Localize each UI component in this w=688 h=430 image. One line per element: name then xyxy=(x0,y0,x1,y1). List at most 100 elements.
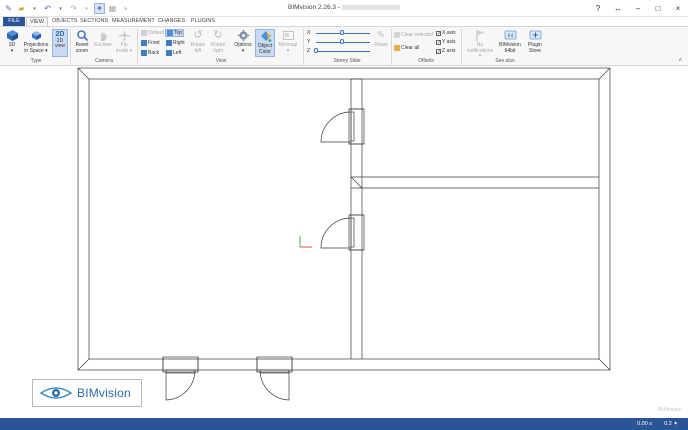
redacted-filename xyxy=(342,4,401,10)
help-button[interactable]: ? xyxy=(592,2,604,14)
storey-y-slider[interactable] xyxy=(340,39,344,44)
y-axis-checkbox[interactable]: ✓ Y axis xyxy=(436,39,456,45)
tab-view[interactable]: VIEW xyxy=(26,17,48,26)
storey-x-slider[interactable] xyxy=(340,30,344,35)
dropdown-icon: ▾ xyxy=(43,47,48,54)
ribbon-tabs: FILE VIEW OBJECTS SECTIONS MEASUREMENT C… xyxy=(0,17,688,26)
wall-joint xyxy=(350,176,363,189)
2d-view-button[interactable]: 2D 2D view xyxy=(52,29,68,57)
bimvision-64bit-label: BIMvision 64bit xyxy=(499,42,521,54)
hand-icon xyxy=(100,31,107,41)
flag-icon xyxy=(475,30,485,41)
maximize-button[interactable]: □ xyxy=(652,2,664,14)
view-front-icon xyxy=(141,40,147,46)
door-swing xyxy=(320,217,352,249)
plugin-store-button[interactable]: Plugin Store xyxy=(524,29,546,54)
dropdown-icon: ▾ xyxy=(241,47,245,54)
projection-icon xyxy=(31,31,41,40)
enclose-label: Enclose xyxy=(94,42,112,48)
view-top-icon xyxy=(167,30,173,36)
wall-corner xyxy=(77,358,90,371)
rotate-right-button[interactable]: ↻ Rotate right xyxy=(209,29,227,54)
view-top-button[interactable]: Top xyxy=(165,29,185,37)
restore-ribbon-button[interactable]: ↔ xyxy=(612,2,624,14)
notifications-button[interactable]: No notifications ▾ xyxy=(465,29,495,60)
view-front-button[interactable]: Front xyxy=(141,40,160,46)
collapse-ribbon-icon[interactable]: ˄ xyxy=(678,58,682,64)
window-title: BIMvision 2.26.3 - xyxy=(0,4,688,11)
storey-z-label: Z xyxy=(307,48,311,54)
reset-zoom-button[interactable]: Reset zoom xyxy=(73,29,91,54)
rotate-right-label: Rotate right xyxy=(210,42,226,54)
status-bar: 0.00 s 0.2 ✦ xyxy=(0,418,688,430)
y-axis-label: Y axis xyxy=(442,39,456,45)
tab-changes[interactable]: CHANGES xyxy=(157,17,186,26)
clear-selected-button[interactable]: Clear selected xyxy=(394,32,433,38)
title-bar: ✎ ▰ ▾ ↶ ▾ ↷ ▾ ✦ ▦ » BIMvision 2.26.3 - ?… xyxy=(0,0,688,17)
view-right-button[interactable]: Right xyxy=(166,40,185,46)
group-separator xyxy=(137,29,138,65)
storey-x-label: X xyxy=(307,30,311,36)
tab-objects[interactable]: OBJECTS xyxy=(52,17,77,26)
clear-all-button[interactable]: Clear all xyxy=(394,45,419,51)
svg-text:64: 64 xyxy=(507,33,513,39)
storey-reset-button[interactable]: ✎ Reset xyxy=(373,29,389,49)
magnifier-icon xyxy=(76,30,88,42)
minimize-button[interactable]: – xyxy=(632,2,644,14)
close-button[interactable]: × xyxy=(672,2,684,14)
plugin-store-icon xyxy=(529,30,541,40)
view-back-icon xyxy=(141,50,147,56)
object-color-label: Object Color xyxy=(257,43,273,55)
z-axis-label: Z axis xyxy=(442,48,456,54)
x-axis-checkbox[interactable]: ✓ X axis xyxy=(436,30,456,36)
tab-plugins[interactable]: PLUGINS xyxy=(190,17,216,26)
tab-file[interactable]: FILE xyxy=(3,17,25,26)
view-right-label: Right xyxy=(173,40,185,46)
z-axis-checkbox[interactable]: ✓ Z axis xyxy=(436,48,455,54)
fly-mode-button[interactable]: Fly mode ▾ xyxy=(115,29,133,54)
window-controls: ? ↔ – □ × xyxy=(592,2,684,14)
2d-view-label: 2D view xyxy=(54,37,65,49)
fly-mode-label: Fly mode xyxy=(115,42,129,54)
wall-corner xyxy=(598,358,611,371)
bimvision-64-icon: 64 xyxy=(504,30,516,40)
view-top-label: Top xyxy=(174,30,183,36)
object-color-button[interactable]: Object Color xyxy=(255,29,275,57)
view-left-button[interactable]: Left xyxy=(166,50,181,56)
viewport-canvas[interactable]: BIMvision BIMvision xyxy=(0,67,688,418)
minimap-icon xyxy=(282,31,294,40)
options-button[interactable]: Options ▾ xyxy=(233,29,253,54)
eye-logo-icon xyxy=(39,387,73,399)
rotate-left-label: Rotate left xyxy=(190,42,206,54)
group-separator xyxy=(391,29,392,65)
x-axis-check: ✓ xyxy=(436,30,442,37)
view-back-button[interactable]: Back xyxy=(141,50,159,56)
watermark-text: BIMvision xyxy=(658,407,682,413)
group-label-type: Type xyxy=(30,58,42,64)
storey-z-slider[interactable] xyxy=(314,48,318,53)
group-label-storey: Storey Slide xyxy=(333,58,361,64)
group-label-seealso: See also xyxy=(495,58,515,64)
tab-sections[interactable]: SECTIONS xyxy=(80,17,108,26)
storey-reset-label: Reset xyxy=(374,42,388,48)
ribbon: 3D ▾ Projections in Space ▾ 2D 2D view Ty… xyxy=(0,26,688,66)
clear-all-label: Clear all xyxy=(401,45,420,51)
door-swing xyxy=(320,111,352,143)
enclose-button[interactable]: Enclose xyxy=(93,29,113,49)
view-right-icon xyxy=(166,40,172,46)
projections-button[interactable]: Projections in Space ▾ xyxy=(22,29,50,54)
minimap-button[interactable]: Minimap ▾ xyxy=(277,29,299,54)
rotate-left-button[interactable]: ↺ Rotate left xyxy=(189,29,207,54)
floor-plan-drawing xyxy=(77,67,611,401)
group-label-view: View xyxy=(215,58,227,64)
view-default-icon xyxy=(141,30,147,36)
status-zoom[interactable]: 0.2 ✦ xyxy=(664,421,678,427)
tab-measurement[interactable]: MEASUREMENT xyxy=(112,17,155,26)
bimvision-64bit-button[interactable]: 64 BIMvision 64bit xyxy=(498,29,522,54)
view-default-label: Default xyxy=(148,30,164,36)
group-label-camera: Camera xyxy=(95,58,113,64)
3d-button[interactable]: 3D ▾ xyxy=(4,29,20,54)
bimvision-logo: BIMvision xyxy=(32,379,142,407)
view-default-button[interactable]: Default xyxy=(141,30,164,36)
clear-selected-label: Clear selected xyxy=(401,32,433,38)
